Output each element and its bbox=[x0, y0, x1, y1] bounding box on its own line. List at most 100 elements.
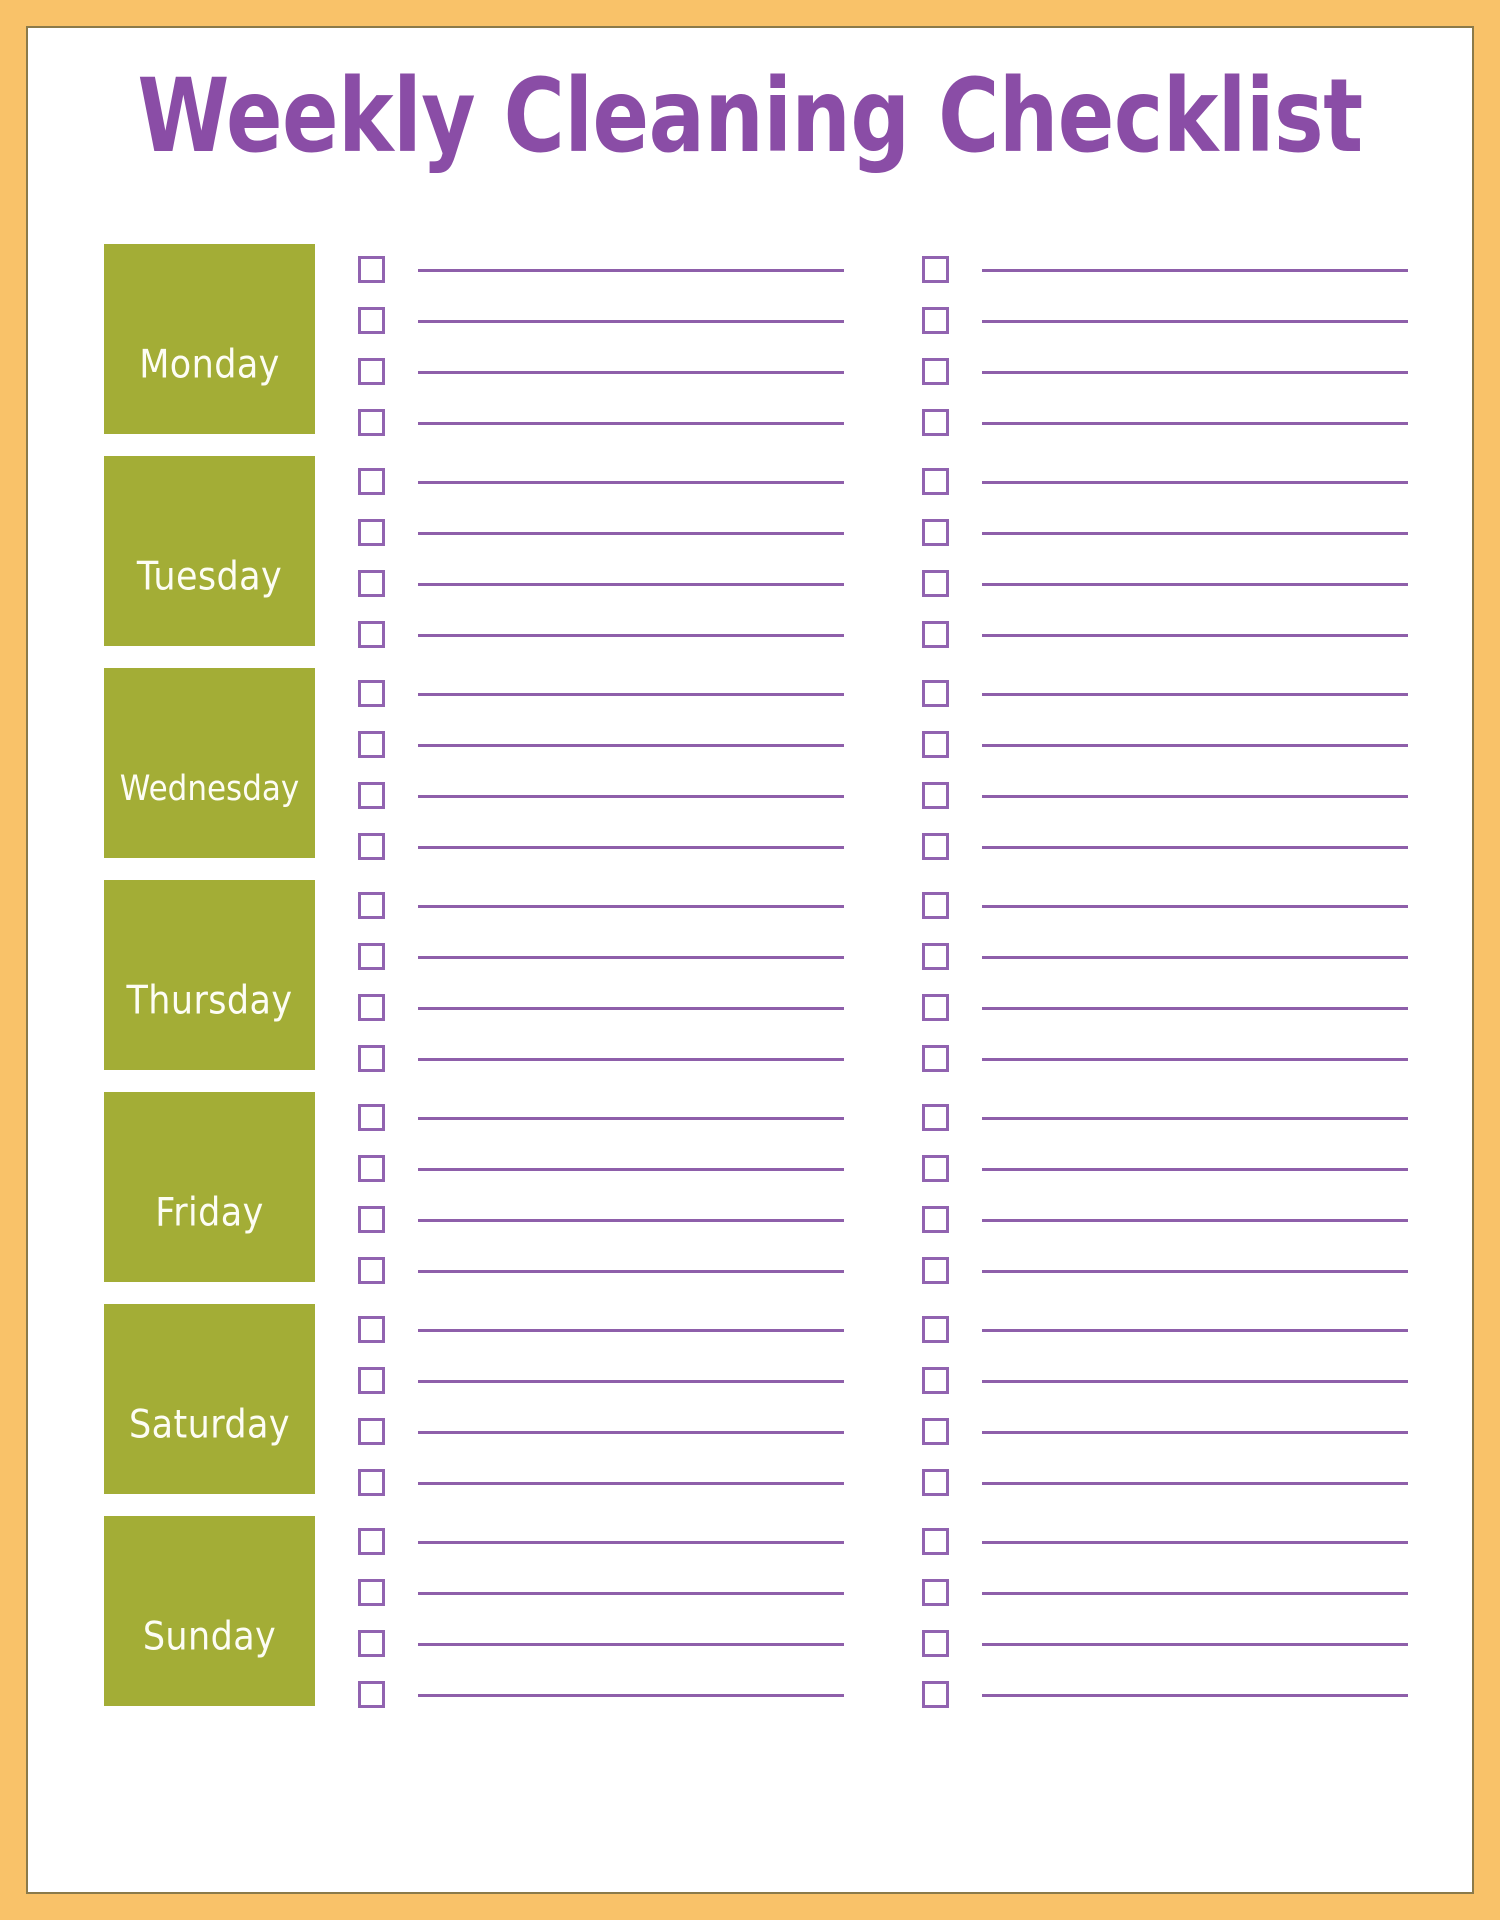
checkbox-icon[interactable] bbox=[922, 1681, 949, 1708]
checkbox-icon[interactable] bbox=[358, 307, 385, 334]
task-write-in-line[interactable] bbox=[418, 1643, 844, 1646]
checkbox-icon[interactable] bbox=[922, 409, 949, 436]
task-write-in-line[interactable] bbox=[418, 1694, 844, 1697]
checkbox-icon[interactable] bbox=[358, 1367, 385, 1394]
task-write-in-line[interactable] bbox=[982, 1592, 1408, 1595]
checkbox-icon[interactable] bbox=[358, 1528, 385, 1555]
checkbox-icon[interactable] bbox=[358, 833, 385, 860]
checkbox-icon[interactable] bbox=[358, 1206, 385, 1233]
task-write-in-line[interactable] bbox=[418, 1482, 844, 1485]
task-write-in-line[interactable] bbox=[982, 269, 1408, 272]
task-write-in-line[interactable] bbox=[982, 1329, 1408, 1332]
checkbox-icon[interactable] bbox=[922, 621, 949, 648]
checkbox-icon[interactable] bbox=[922, 943, 949, 970]
task-write-in-line[interactable] bbox=[982, 744, 1408, 747]
checkbox-icon[interactable] bbox=[358, 1155, 385, 1182]
task-write-in-line[interactable] bbox=[982, 1431, 1408, 1434]
task-write-in-line[interactable] bbox=[418, 1117, 844, 1120]
checkbox-icon[interactable] bbox=[358, 1045, 385, 1072]
task-write-in-line[interactable] bbox=[418, 422, 844, 425]
checkbox-icon[interactable] bbox=[358, 1681, 385, 1708]
checkbox-icon[interactable] bbox=[922, 1630, 949, 1657]
task-write-in-line[interactable] bbox=[982, 956, 1408, 959]
checkbox-icon[interactable] bbox=[922, 1528, 949, 1555]
checkbox-icon[interactable] bbox=[358, 519, 385, 546]
checkbox-icon[interactable] bbox=[922, 1316, 949, 1343]
checkbox-icon[interactable] bbox=[922, 519, 949, 546]
task-write-in-line[interactable] bbox=[418, 269, 844, 272]
task-write-in-line[interactable] bbox=[982, 532, 1408, 535]
task-write-in-line[interactable] bbox=[418, 532, 844, 535]
task-write-in-line[interactable] bbox=[418, 583, 844, 586]
checkbox-icon[interactable] bbox=[358, 731, 385, 758]
task-write-in-line[interactable] bbox=[418, 371, 844, 374]
checkbox-icon[interactable] bbox=[922, 307, 949, 334]
task-write-in-line[interactable] bbox=[418, 1270, 844, 1273]
task-write-in-line[interactable] bbox=[982, 583, 1408, 586]
task-write-in-line[interactable] bbox=[418, 1007, 844, 1010]
checkbox-icon[interactable] bbox=[922, 892, 949, 919]
task-write-in-line[interactable] bbox=[418, 1592, 844, 1595]
task-write-in-line[interactable] bbox=[982, 320, 1408, 323]
checkbox-icon[interactable] bbox=[358, 570, 385, 597]
checkbox-icon[interactable] bbox=[358, 358, 385, 385]
task-write-in-line[interactable] bbox=[982, 846, 1408, 849]
checkbox-icon[interactable] bbox=[922, 468, 949, 495]
checkbox-icon[interactable] bbox=[358, 892, 385, 919]
task-write-in-line[interactable] bbox=[418, 956, 844, 959]
task-write-in-line[interactable] bbox=[982, 1541, 1408, 1544]
checkbox-icon[interactable] bbox=[922, 1257, 949, 1284]
task-write-in-line[interactable] bbox=[982, 1219, 1408, 1222]
task-write-in-line[interactable] bbox=[982, 1058, 1408, 1061]
checkbox-icon[interactable] bbox=[358, 256, 385, 283]
checkbox-icon[interactable] bbox=[922, 1579, 949, 1606]
task-write-in-line[interactable] bbox=[982, 905, 1408, 908]
checkbox-icon[interactable] bbox=[358, 1418, 385, 1445]
checkbox-icon[interactable] bbox=[922, 1045, 949, 1072]
task-write-in-line[interactable] bbox=[418, 1380, 844, 1383]
checkbox-icon[interactable] bbox=[922, 833, 949, 860]
task-write-in-line[interactable] bbox=[418, 1329, 844, 1332]
task-write-in-line[interactable] bbox=[982, 795, 1408, 798]
task-write-in-line[interactable] bbox=[982, 634, 1408, 637]
checkbox-icon[interactable] bbox=[358, 943, 385, 970]
checkbox-icon[interactable] bbox=[922, 680, 949, 707]
checkbox-icon[interactable] bbox=[358, 994, 385, 1021]
checkbox-icon[interactable] bbox=[358, 680, 385, 707]
task-write-in-line[interactable] bbox=[982, 1007, 1408, 1010]
checkbox-icon[interactable] bbox=[358, 1104, 385, 1131]
task-write-in-line[interactable] bbox=[418, 1219, 844, 1222]
checkbox-icon[interactable] bbox=[922, 1367, 949, 1394]
task-write-in-line[interactable] bbox=[982, 1117, 1408, 1120]
checkbox-icon[interactable] bbox=[358, 1316, 385, 1343]
task-write-in-line[interactable] bbox=[418, 744, 844, 747]
checkbox-icon[interactable] bbox=[922, 1155, 949, 1182]
task-write-in-line[interactable] bbox=[982, 1694, 1408, 1697]
checkbox-icon[interactable] bbox=[358, 1469, 385, 1496]
task-write-in-line[interactable] bbox=[418, 1058, 844, 1061]
task-write-in-line[interactable] bbox=[982, 1270, 1408, 1273]
checkbox-icon[interactable] bbox=[358, 468, 385, 495]
task-write-in-line[interactable] bbox=[418, 905, 844, 908]
checkbox-icon[interactable] bbox=[922, 1469, 949, 1496]
task-write-in-line[interactable] bbox=[982, 422, 1408, 425]
task-write-in-line[interactable] bbox=[418, 1541, 844, 1544]
task-write-in-line[interactable] bbox=[418, 1168, 844, 1171]
checkbox-icon[interactable] bbox=[922, 1104, 949, 1131]
checkbox-icon[interactable] bbox=[922, 731, 949, 758]
task-write-in-line[interactable] bbox=[982, 481, 1408, 484]
checkbox-icon[interactable] bbox=[358, 621, 385, 648]
checkbox-icon[interactable] bbox=[922, 994, 949, 1021]
task-write-in-line[interactable] bbox=[982, 371, 1408, 374]
checkbox-icon[interactable] bbox=[922, 256, 949, 283]
checkbox-icon[interactable] bbox=[358, 409, 385, 436]
task-write-in-line[interactable] bbox=[418, 1431, 844, 1434]
checkbox-icon[interactable] bbox=[922, 358, 949, 385]
task-write-in-line[interactable] bbox=[418, 846, 844, 849]
task-write-in-line[interactable] bbox=[982, 693, 1408, 696]
task-write-in-line[interactable] bbox=[418, 795, 844, 798]
checkbox-icon[interactable] bbox=[922, 1206, 949, 1233]
checkbox-icon[interactable] bbox=[358, 1257, 385, 1284]
checkbox-icon[interactable] bbox=[358, 1579, 385, 1606]
task-write-in-line[interactable] bbox=[982, 1643, 1408, 1646]
